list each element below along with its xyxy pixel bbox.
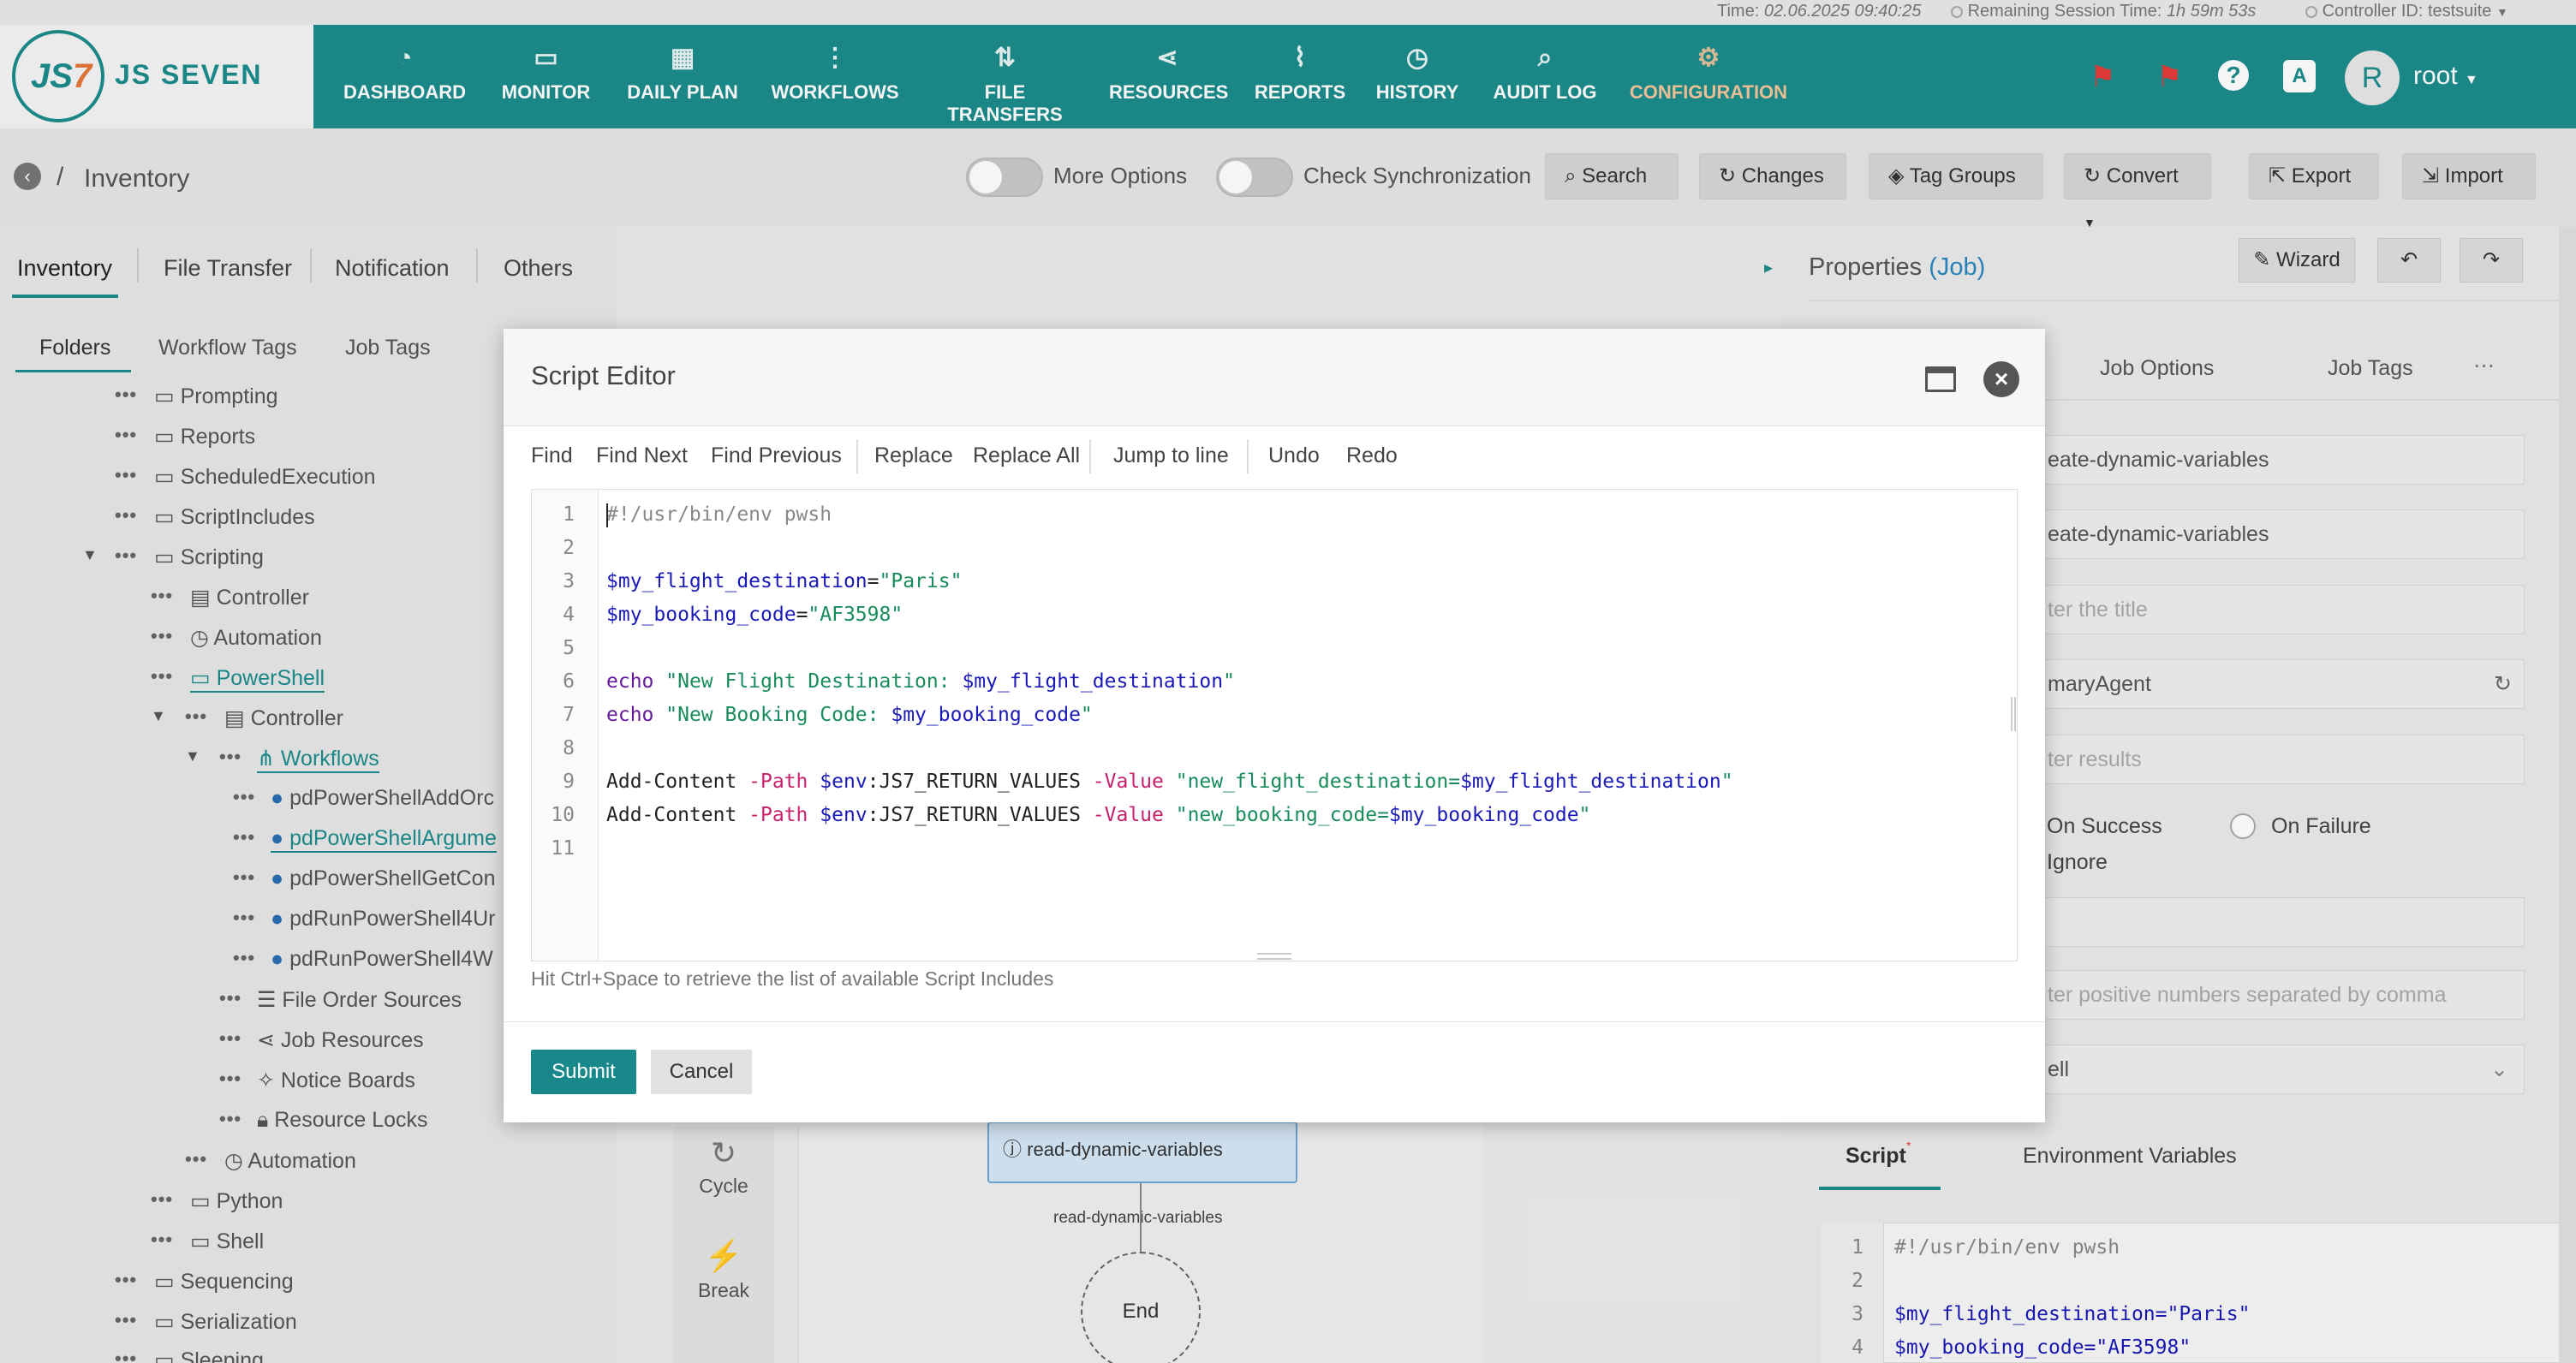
- resize-handle[interactable]: [2011, 697, 2016, 731]
- line-number: 6: [563, 670, 575, 693]
- line-number: 3: [563, 570, 575, 592]
- resize-handle[interactable]: [1257, 953, 1291, 960]
- line-number: 1: [563, 503, 575, 526]
- line-number: 8: [563, 737, 575, 759]
- code-line-3: $my_flight_destination="Paris": [606, 570, 963, 592]
- submit-button[interactable]: Submit: [531, 1050, 636, 1094]
- find-button[interactable]: Find: [531, 443, 573, 468]
- close-icon[interactable]: ×: [1983, 361, 2019, 397]
- modal-title: Script Editor: [531, 360, 676, 390]
- code-line-9: Add-Content -Path $env:JS7_RETURN_VALUES…: [606, 771, 1733, 793]
- line-number: 5: [563, 637, 575, 659]
- jump-to-line-button[interactable]: Jump to line: [1113, 443, 1229, 468]
- find-previous-button[interactable]: Find Previous: [711, 443, 842, 468]
- code-line-7: echo "New Booking Code: $my_booking_code…: [606, 704, 1093, 726]
- redo-button-editor[interactable]: Redo: [1346, 443, 1398, 468]
- maximize-icon[interactable]: [1925, 366, 1956, 392]
- code-line-1: #!/usr/bin/env pwsh: [606, 503, 832, 526]
- line-number: 9: [563, 771, 575, 793]
- code-comment: #!/usr/bin/env pwsh: [606, 503, 832, 526]
- cancel-button[interactable]: Cancel: [651, 1050, 752, 1094]
- toolbar-separator: [856, 439, 858, 473]
- line-number: 10: [551, 804, 575, 826]
- replace-all-button[interactable]: Replace All: [973, 443, 1080, 468]
- toolbar-separator: [1089, 439, 1091, 473]
- editor-hint: Hit Ctrl+Space to retrieve the list of a…: [531, 967, 1054, 990]
- toolbar-separator: [1247, 439, 1249, 473]
- line-number: 2: [563, 537, 575, 559]
- undo-button-editor[interactable]: Undo: [1268, 443, 1320, 468]
- line-number: 7: [563, 704, 575, 726]
- code-line-4: $my_booking_code="AF3598": [606, 604, 903, 626]
- replace-button[interactable]: Replace: [874, 443, 953, 468]
- line-number: 4: [563, 604, 575, 626]
- modal-footer-divider: [504, 1021, 2045, 1022]
- text-cursor: [606, 503, 608, 527]
- modal-header: [504, 329, 2045, 426]
- code-line-6: echo "New Flight Destination: $my_flight…: [606, 670, 1235, 693]
- code-line-10: Add-Content -Path $env:JS7_RETURN_VALUES…: [606, 804, 1591, 826]
- find-next-button[interactable]: Find Next: [596, 443, 688, 468]
- line-number: 11: [551, 837, 575, 860]
